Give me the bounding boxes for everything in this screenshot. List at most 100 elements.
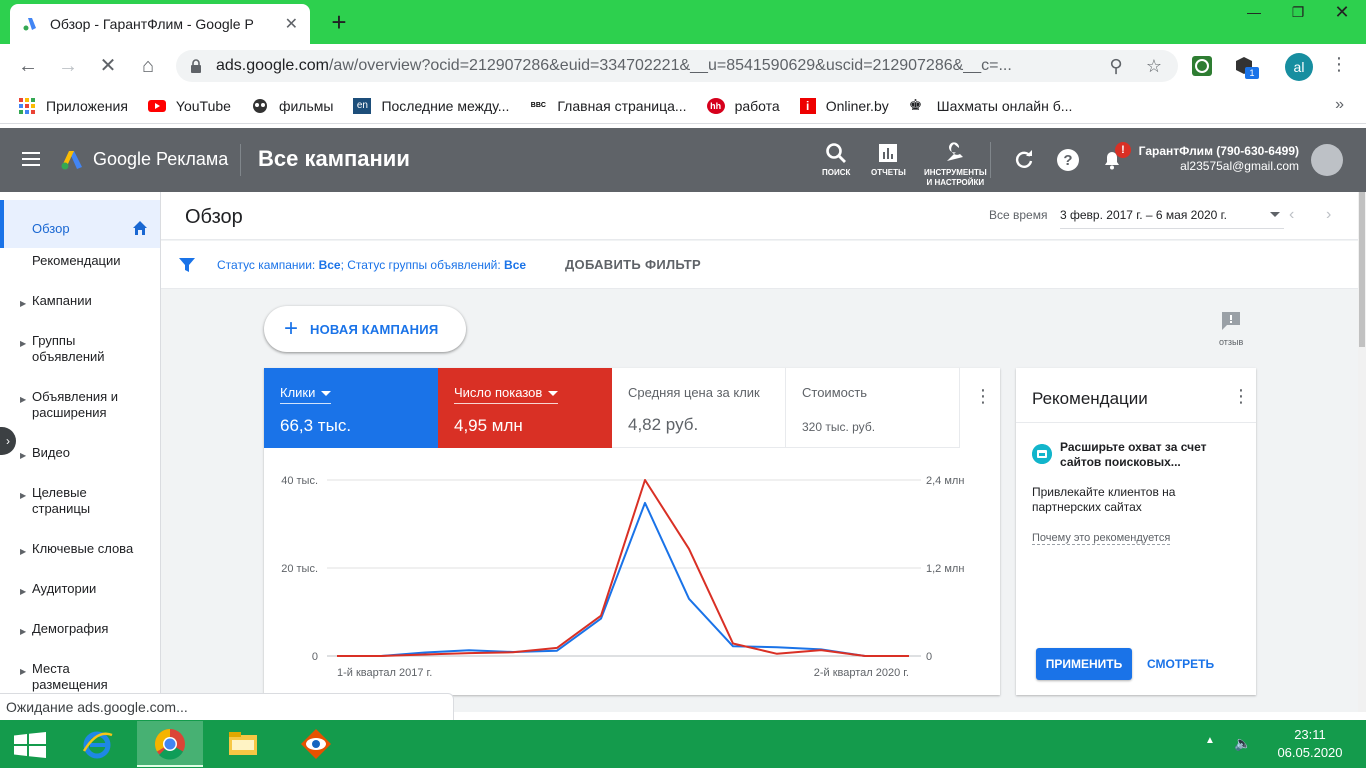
account-name: ГарантФлим (790-630-6499) bbox=[1138, 144, 1299, 158]
recommendations-title: Рекомендации bbox=[1032, 389, 1148, 408]
stop-loading-icon[interactable]: ✕ bbox=[94, 52, 122, 80]
maximize-icon[interactable]: ❐ bbox=[1276, 0, 1320, 28]
nav-item-ad-groups[interactable]: ▶ Группы объявлений bbox=[0, 333, 120, 365]
account-avatar[interactable] bbox=[1311, 144, 1343, 176]
bookmarks-overflow-icon[interactable]: » bbox=[1335, 96, 1344, 114]
nav-item-demographics[interactable]: ▶ Демография bbox=[0, 621, 160, 637]
left-tick-label: 0 bbox=[312, 651, 318, 663]
prev-period-icon[interactable]: ‹ bbox=[1289, 206, 1294, 224]
new-tab-icon[interactable]: + bbox=[325, 8, 353, 36]
tray-overflow-icon[interactable]: ▲ bbox=[1205, 735, 1215, 746]
nav-item-ads-extensions[interactable]: ▶ Объявления и расширения bbox=[0, 389, 150, 421]
windows-start-icon[interactable] bbox=[14, 732, 46, 758]
home-icon[interactable]: ⌂ bbox=[134, 52, 162, 80]
taskbar-clock[interactable]: 23:11 06.05.2020 bbox=[1268, 726, 1352, 762]
hamburger-menu-icon[interactable] bbox=[22, 152, 40, 166]
volume-icon[interactable]: 🔈 bbox=[1234, 735, 1251, 752]
new-campaign-button[interactable]: + НОВАЯ КАМПАНИЯ bbox=[264, 306, 466, 352]
scrollbar-thumb[interactable] bbox=[1359, 192, 1365, 347]
bookmark-bbc[interactable]: BBC Главная страница... bbox=[529, 97, 687, 114]
apps-grid-icon bbox=[19, 97, 35, 114]
nav-item-campaigns[interactable]: ▶ Кампании bbox=[0, 293, 160, 309]
expand-arrow-icon: ▶ bbox=[20, 547, 27, 556]
nav-item-audiences[interactable]: ▶ Аудитории bbox=[0, 581, 160, 597]
taskbar-chrome[interactable] bbox=[137, 721, 203, 767]
date-range-picker[interactable]: 3 февр. 2017 г. – 6 мая 2020 г. bbox=[1060, 208, 1284, 229]
close-window-icon[interactable]: ✕ bbox=[1320, 0, 1364, 28]
nav-label: Обзор bbox=[32, 221, 70, 236]
view-button[interactable]: СМОТРЕТЬ bbox=[1147, 657, 1214, 671]
bookmark-apps[interactable]: Приложения bbox=[18, 97, 128, 114]
recommendations-card: Рекомендации ⋮ Расширьте охват за счет с… bbox=[1016, 368, 1256, 695]
taskbar-explorer[interactable] bbox=[210, 721, 276, 767]
browser-tab[interactable]: Обзор - ГарантФлим - Google Р ✕ bbox=[10, 4, 310, 44]
nav-label: Целевые страницы bbox=[32, 485, 91, 516]
dropdown-arrow-icon bbox=[1270, 212, 1280, 217]
browser-menu-icon[interactable]: ⋮ bbox=[1330, 54, 1348, 75]
x-start-label: 1-й квартал 2017 г. bbox=[337, 667, 432, 679]
close-tab-icon[interactable]: ✕ bbox=[285, 14, 298, 34]
active-filters[interactable]: Статус кампании: Все; Статус группы объя… bbox=[217, 258, 526, 272]
bookmark-star-icon[interactable]: ☆ bbox=[1144, 56, 1164, 77]
profile-avatar[interactable]: al bbox=[1285, 53, 1313, 81]
clock-time: 23:11 bbox=[1294, 727, 1326, 742]
bookmark-youtube[interactable]: YouTube bbox=[147, 98, 231, 114]
card-more-options-icon[interactable]: ⋮ bbox=[974, 387, 992, 405]
minimize-icon[interactable]: — bbox=[1232, 0, 1276, 28]
taskbar-ie[interactable] bbox=[64, 721, 130, 767]
nav-item-video[interactable]: ▶ Видео bbox=[0, 445, 160, 461]
page-scrollbar[interactable] bbox=[1358, 192, 1366, 712]
recommendations-more-icon[interactable]: ⋮ bbox=[1232, 387, 1250, 405]
help-icon[interactable]: ? bbox=[1056, 148, 1080, 172]
metric-clicks[interactable]: Клики 66,3 тыс. bbox=[264, 368, 438, 448]
back-icon[interactable]: ← bbox=[14, 52, 42, 80]
nav-item-landing-pages[interactable]: ▶ Целевые страницы bbox=[0, 485, 120, 517]
feedback-button[interactable]: отзыв bbox=[1219, 310, 1243, 347]
internet-explorer-icon bbox=[82, 731, 113, 759]
zoom-search-icon[interactable]: ⚲ bbox=[1106, 56, 1126, 77]
bookmark-label: Главная страница... bbox=[557, 97, 687, 114]
why-recommended-link[interactable]: Почему это рекомендуется bbox=[1032, 532, 1171, 545]
account-info[interactable]: ГарантФлим (790-630-6499) al23575al@gmai… bbox=[1139, 144, 1299, 174]
nav-item-keywords[interactable]: ▶ Ключевые слова bbox=[0, 541, 160, 557]
next-period-icon[interactable]: › bbox=[1326, 206, 1331, 224]
recommendation-headline: Расширьте охват за счет сайтов поисковых… bbox=[1060, 440, 1207, 469]
bookmark-latest[interactable]: en Последние между... bbox=[353, 97, 509, 114]
expand-arrow-icon: ▶ bbox=[20, 627, 27, 636]
apply-button[interactable]: ПРИМЕНИТЬ bbox=[1036, 648, 1132, 680]
tab-title: Обзор - ГарантФлим - Google Р bbox=[50, 16, 254, 32]
nav-item-recommendations[interactable]: Рекомендации bbox=[0, 253, 160, 269]
search-button[interactable]: ПОИСК bbox=[822, 142, 850, 178]
browser-toolbar: ← → ✕ ⌂ ads.google.com /aw/overview?ocid… bbox=[0, 44, 1366, 88]
hh-icon: hh bbox=[706, 97, 725, 114]
metric-cost[interactable]: Стоимость 320 тыс. руб. bbox=[786, 368, 960, 448]
metric-name[interactable]: Клики bbox=[280, 385, 332, 404]
reports-icon bbox=[879, 144, 898, 162]
address-bar[interactable]: ads.google.com /aw/overview?ocid=2129072… bbox=[176, 50, 1178, 82]
metric-value: 4,95 млн bbox=[454, 416, 523, 435]
bookmark-chess[interactable]: ♚ Шахматы онлайн б... bbox=[909, 97, 1073, 114]
performance-card: Клики 66,3 тыс. Число показов 4,95 млн С… bbox=[264, 368, 1000, 695]
extension-icon[interactable] bbox=[1190, 54, 1214, 78]
bookmark-onliner[interactable]: i Onliner.by bbox=[799, 97, 889, 114]
header-divider bbox=[240, 144, 241, 176]
nav-item-placements[interactable]: ▶ Места размещения bbox=[0, 661, 120, 693]
bookmark-work[interactable]: hh работа bbox=[706, 97, 780, 114]
forward-icon[interactable]: → bbox=[54, 52, 82, 80]
refresh-icon[interactable] bbox=[1012, 148, 1036, 172]
filter-funnel-icon[interactable] bbox=[179, 257, 195, 273]
taskbar-viewer[interactable] bbox=[283, 721, 349, 767]
nav-item-overview[interactable]: Обзор bbox=[0, 200, 160, 248]
nav-label: Демография bbox=[32, 621, 109, 636]
bookmark-films[interactable]: фильмы bbox=[251, 98, 333, 114]
metric-impressions[interactable]: Число показов 4,95 млн bbox=[438, 368, 612, 448]
tools-label-1: ИНСТРУМЕНТЫ bbox=[924, 168, 987, 177]
metric-name[interactable]: Число показов bbox=[454, 385, 559, 404]
metric-avg-cpc[interactable]: Средняя цена за клик 4,82 руб. bbox=[612, 368, 786, 448]
right-tick-label: 2,4 млн bbox=[926, 475, 964, 487]
search-icon bbox=[826, 143, 847, 163]
add-filter-button[interactable]: ДОБАВИТЬ ФИЛЬТР bbox=[565, 257, 701, 272]
tools-settings-button[interactable]: ИНСТРУМЕНТЫ И НАСТРОЙКИ bbox=[924, 142, 987, 188]
reports-button[interactable]: ОТЧЕТЫ bbox=[871, 142, 906, 178]
expand-arrow-icon: ▶ bbox=[20, 667, 27, 676]
